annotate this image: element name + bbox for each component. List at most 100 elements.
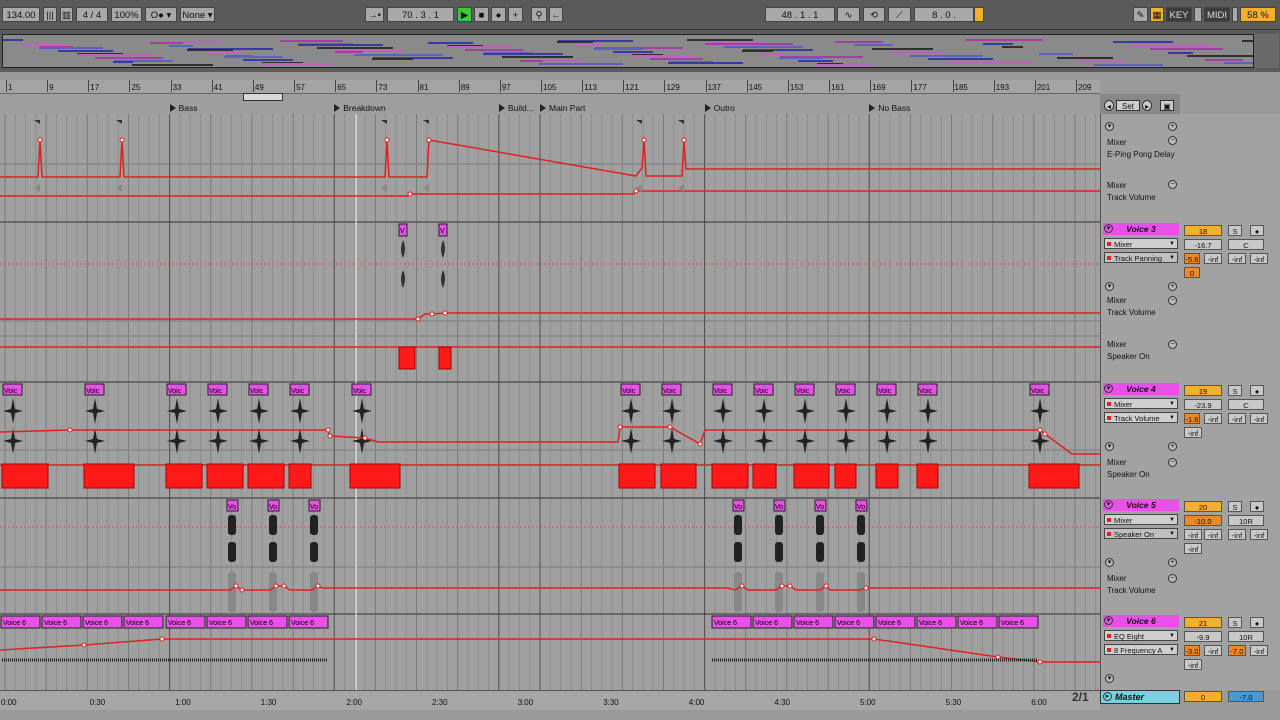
- punch-out-button[interactable]: ⟋: [888, 7, 911, 22]
- automation-breakpoint[interactable]: [426, 137, 432, 143]
- play-button[interactable]: ▶: [457, 7, 472, 22]
- device-chooser[interactable]: Mixer: [1104, 398, 1178, 410]
- remove-lane-icon[interactable]: −: [1168, 136, 1177, 145]
- add-lane-icon[interactable]: +: [1168, 282, 1177, 291]
- song-position-field[interactable]: 70 . 3 . 1: [387, 7, 454, 22]
- automation-breakpoint[interactable]: [739, 583, 745, 589]
- tap-tempo-button[interactable]: |||: [43, 7, 57, 22]
- master-fold-icon[interactable]: ▸: [1103, 692, 1112, 701]
- fold-icon[interactable]: ▾: [1104, 384, 1113, 393]
- back-to-arrangement-button[interactable]: ←: [549, 7, 563, 22]
- time-signature-field[interactable]: 4 / 4: [76, 7, 108, 22]
- automation-breakpoint[interactable]: [273, 583, 279, 589]
- track-name[interactable]: Voice 5: [1103, 499, 1179, 511]
- overview-scroll-handle[interactable]: [1253, 34, 1279, 68]
- speaker-on-block[interactable]: [438, 346, 452, 370]
- volume-field[interactable]: -9.9: [1184, 631, 1222, 642]
- tempo-field[interactable]: 134.00: [2, 7, 40, 22]
- automation-breakpoint[interactable]: [315, 583, 321, 589]
- automation-breakpoint[interactable]: [667, 424, 673, 430]
- track-name[interactable]: Voice 6: [1103, 615, 1179, 627]
- arm-button[interactable]: ●: [1250, 617, 1264, 628]
- speaker-on-block[interactable]: [398, 346, 416, 370]
- automation-breakpoint[interactable]: [239, 587, 245, 593]
- parameter-chooser[interactable]: Speaker On: [1104, 528, 1178, 540]
- automation-breakpoint[interactable]: [863, 585, 869, 591]
- follow-dropdown[interactable]: O● ▾: [145, 7, 177, 22]
- arrangement-overview[interactable]: [0, 30, 1280, 72]
- speaker-on-block[interactable]: [834, 463, 857, 489]
- locator-lane[interactable]: Bass Breakdown Build... Main Part Outro No Ba…: [0, 94, 1100, 114]
- fold-icon[interactable]: ▾: [1104, 500, 1113, 509]
- automation-breakpoint[interactable]: [442, 310, 448, 316]
- device-chooser[interactable]: Mixer: [1104, 514, 1178, 526]
- locator-build[interactable]: Build...: [498, 103, 534, 113]
- arm-button[interactable]: ●: [1250, 225, 1264, 236]
- locator-main-part[interactable]: Main Part: [540, 103, 585, 113]
- solo-button[interactable]: S: [1228, 225, 1242, 236]
- speaker-on-block[interactable]: [875, 463, 899, 489]
- track-name[interactable]: Voice 3: [1103, 223, 1179, 235]
- speaker-on-block[interactable]: [793, 463, 830, 489]
- track-header-voice-4[interactable]: Voice 4 ▾ Mixer Track Volume ▾ + Mixer −…: [1101, 382, 1181, 498]
- midi-map-button[interactable]: MIDI: [1204, 7, 1230, 22]
- parameter-chooser[interactable]: Track Panning: [1104, 252, 1178, 264]
- track-header-voice-6[interactable]: Voice 6 ▾ EQ Eight 8 Frequency A ▾: [1101, 614, 1181, 690]
- automation-breakpoint[interactable]: [81, 642, 87, 648]
- automation-breakpoint[interactable]: [327, 433, 333, 439]
- overview-strip[interactable]: [2, 34, 1254, 68]
- solo-button[interactable]: S: [1228, 385, 1242, 396]
- automation-breakpoint[interactable]: [1037, 427, 1043, 433]
- automation-breakpoint[interactable]: [407, 191, 413, 197]
- automation-breakpoint[interactable]: [995, 654, 1001, 660]
- device-chooser[interactable]: Mixer: [1104, 238, 1178, 250]
- volume-field[interactable]: -16.7: [1184, 239, 1222, 250]
- locator-bass[interactable]: Bass: [169, 103, 198, 113]
- remove-lane-icon[interactable]: −: [1168, 458, 1177, 467]
- automation-breakpoint[interactable]: [37, 137, 43, 143]
- fold-icon[interactable]: ▾: [1105, 282, 1114, 291]
- volume-field[interactable]: -10.0: [1184, 515, 1222, 526]
- master-track-header[interactable]: ▸ Master: [1100, 690, 1180, 704]
- remove-lane-icon[interactable]: −: [1168, 574, 1177, 583]
- solo-button[interactable]: S: [1228, 617, 1242, 628]
- add-lane-icon[interactable]: +: [1168, 442, 1177, 451]
- track-header-voice-3[interactable]: Voice 3 ▾ Mixer Track Panning ▾ + Mixer …: [1101, 222, 1181, 382]
- lock-icon[interactable]: ▣: [1160, 100, 1174, 111]
- speaker-on-block[interactable]: [349, 463, 401, 489]
- fold-icon[interactable]: ▾: [1105, 674, 1114, 683]
- remove-lane-icon[interactable]: −: [1168, 296, 1177, 305]
- speaker-on-block[interactable]: [247, 463, 285, 489]
- parameter-chooser[interactable]: 8 Frequency A: [1104, 644, 1178, 656]
- fold-icon[interactable]: ▾: [1104, 224, 1113, 233]
- volume-field[interactable]: -23.9: [1184, 399, 1222, 410]
- locator-no-bass[interactable]: No Bass: [869, 103, 910, 113]
- parameter-chooser[interactable]: Track Volume: [1104, 412, 1178, 424]
- beat-ruler[interactable]: 1 9 17 25 33 41 49 57 65 73 81 89 97 105 113 121 129 137 1…: [0, 80, 1100, 94]
- automation-breakpoint[interactable]: [641, 137, 647, 143]
- crossfade-field[interactable]: 0: [1184, 267, 1200, 278]
- punch-in-button[interactable]: ∿: [837, 7, 860, 22]
- speaker-on-block[interactable]: [206, 463, 244, 489]
- computer-midi-keyboard-button[interactable]: ▦: [1150, 7, 1164, 22]
- follow-arrow-button[interactable]: →•: [365, 7, 384, 22]
- automation-breakpoint[interactable]: [384, 137, 390, 143]
- automation-breakpoint[interactable]: [362, 435, 368, 441]
- automation-breakpoint[interactable]: [1042, 431, 1048, 437]
- automation-arm-button[interactable]: ⚲: [531, 7, 547, 22]
- automation-breakpoint[interactable]: [1037, 659, 1043, 665]
- fold-icon[interactable]: ▾: [1104, 616, 1113, 625]
- arm-button[interactable]: ●: [1250, 385, 1264, 396]
- automation-breakpoint[interactable]: [67, 427, 73, 433]
- loop-length-field[interactable]: 8 . 0 .: [914, 7, 974, 22]
- speaker-on-block[interactable]: [288, 463, 312, 489]
- loop-start-field[interactable]: 48 . 1 . 1: [765, 7, 835, 22]
- time-ruler[interactable]: 0:00 0:30 1:00 1:30 2:00 2:30 3:00 3:30 4:00 4:30…: [0, 690, 1100, 710]
- automation-breakpoint[interactable]: [633, 188, 639, 194]
- speaker-on-block[interactable]: [1, 463, 49, 489]
- arrangement-canvas[interactable]: V V Voic Voic Voic Voic Voic Voic Voic Voic Voic Vo…: [0, 114, 1100, 690]
- loop-brace[interactable]: [243, 93, 283, 101]
- pan-field[interactable]: C: [1228, 399, 1264, 410]
- draw-mode-icon[interactable]: ✎: [1133, 7, 1148, 22]
- speaker-on-block[interactable]: [711, 463, 749, 489]
